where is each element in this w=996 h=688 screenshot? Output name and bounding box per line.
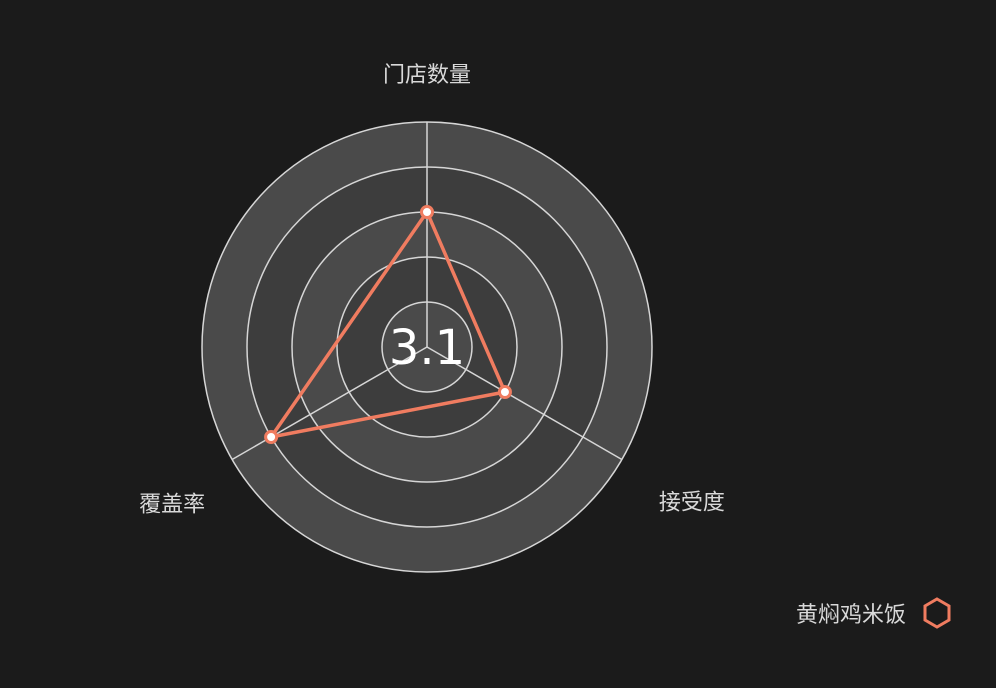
axis-label: 门店数量 <box>383 63 471 88</box>
center-value: 3.1 <box>389 320 465 376</box>
radar-chart: 3.1 门店数量接受度 覆盖率 <box>139 63 725 573</box>
legend[interactable]: 黄焖鸡米饭 <box>796 596 954 630</box>
axis-label: 接受度 <box>659 491 725 516</box>
axis-label: 覆盖率 <box>139 493 205 518</box>
data-point[interactable] <box>420 205 434 219</box>
hexagon-icon <box>923 597 951 629</box>
data-point[interactable] <box>264 430 279 444</box>
data-point[interactable] <box>497 385 512 399</box>
legend-label: 黄焖鸡米饭 <box>795 603 906 628</box>
